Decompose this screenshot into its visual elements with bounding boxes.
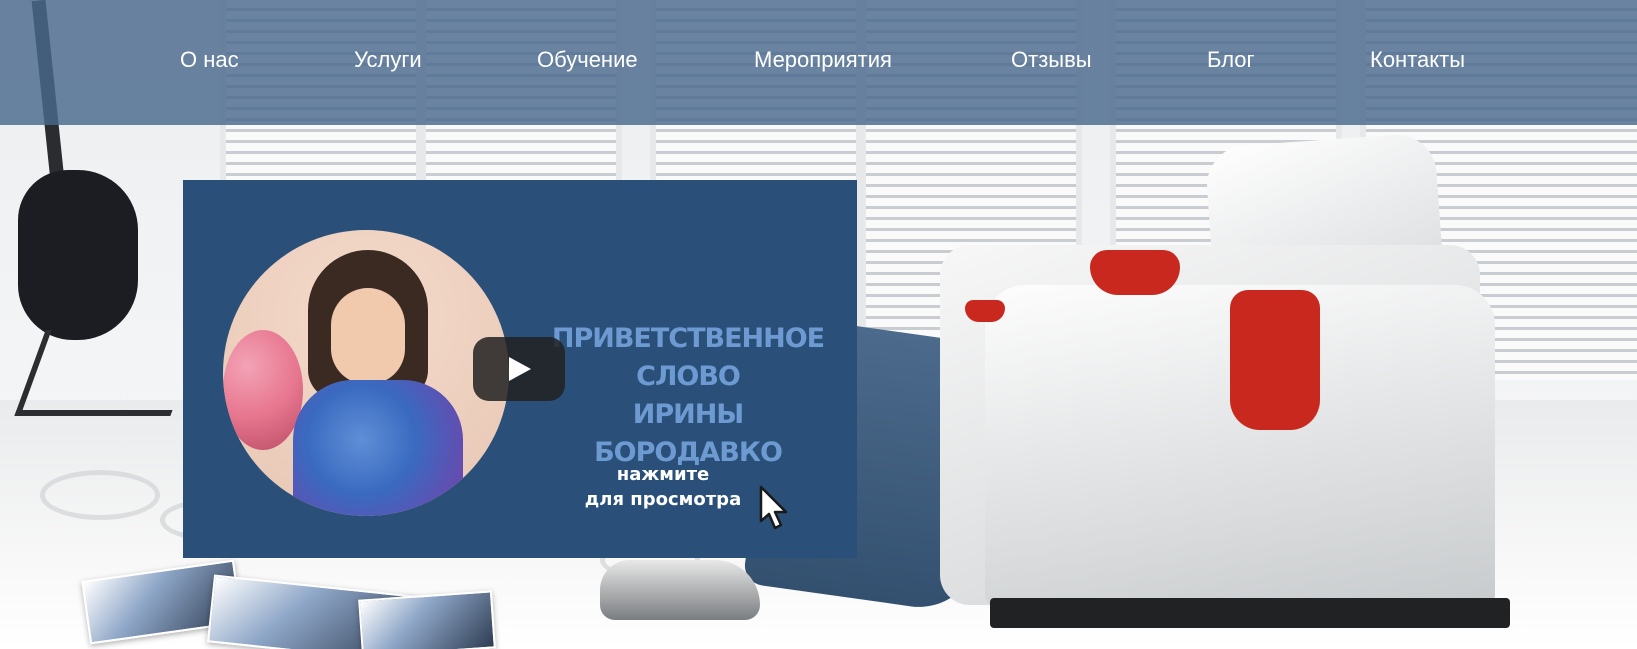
video-title-line1: ПРИВЕТСТВЕННОЕ СЛОВО — [551, 323, 825, 392]
red-cloth-image — [1090, 250, 1180, 295]
nav-item-contacts[interactable]: Контакты — [1370, 47, 1465, 73]
nav-item-services[interactable]: Услуги — [354, 47, 422, 73]
portrait-scarf — [293, 380, 463, 516]
portrait-face — [331, 288, 405, 384]
sneaker-image — [600, 560, 760, 620]
play-button[interactable] — [473, 337, 565, 401]
video-cta-line1: нажмите — [616, 464, 710, 485]
cursor-arrow-icon — [759, 485, 788, 530]
page: О нас Услуги Обучение Мероприятия Отзывы… — [0, 0, 1637, 649]
nav-item-about[interactable]: О нас — [180, 47, 239, 73]
video-title-line2: ИРИНЫ БОРОДАВКО — [594, 399, 783, 468]
red-cloth-image — [1230, 290, 1320, 430]
flowers-image — [223, 330, 303, 450]
rug-pattern — [40, 470, 160, 520]
nav-item-blog[interactable]: Блог — [1207, 47, 1255, 73]
video-cta: нажмите для просмотра — [583, 462, 743, 512]
armchair-base-image — [990, 598, 1510, 628]
nav-list: О нас Услуги Обучение Мероприятия Отзывы… — [0, 0, 1637, 125]
play-icon — [509, 357, 531, 381]
main-navbar: О нас Услуги Обучение Мероприятия Отзывы… — [0, 0, 1637, 125]
video-cta-line2: для просмотра — [584, 489, 742, 510]
magazine-image — [358, 590, 496, 649]
guitar-stand-image — [14, 330, 202, 416]
red-cloth-image — [965, 300, 1005, 322]
video-title: ПРИВЕТСТВЕННОЕ СЛОВО ИРИНЫ БОРОДАВКО — [538, 320, 838, 472]
speaker-portrait — [223, 230, 509, 516]
welcome-video[interactable]: ПРИВЕТСТВЕННОЕ СЛОВО ИРИНЫ БОРОДАВКО наж… — [183, 180, 857, 558]
nav-item-reviews[interactable]: Отзывы — [1011, 47, 1092, 73]
nav-item-training[interactable]: Обучение — [537, 47, 638, 73]
nav-item-events[interactable]: Мероприятия — [754, 47, 892, 73]
guitar-image — [18, 170, 138, 340]
